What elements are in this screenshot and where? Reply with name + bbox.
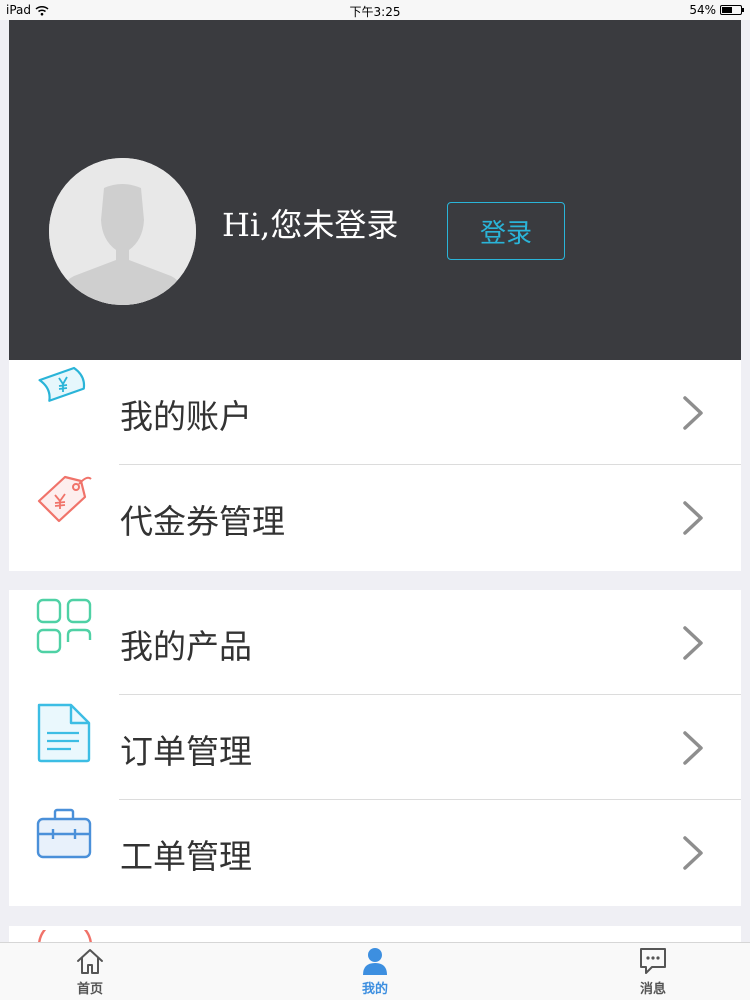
menu-item-label: 工单管理 bbox=[120, 837, 252, 876]
status-right: 54% bbox=[689, 3, 744, 17]
menu-item-label: 代金券管理 bbox=[120, 502, 285, 541]
avatar[interactable] bbox=[49, 158, 196, 305]
menu-group-products: 我的产品 订单管理 工单管理 bbox=[9, 590, 741, 906]
home-icon bbox=[77, 949, 103, 974]
menu-item-work-orders[interactable]: 工单管理 bbox=[9, 800, 741, 905]
chevron-right-icon bbox=[683, 501, 703, 535]
menu-item-voucher[interactable]: 代金券管理 bbox=[9, 465, 741, 570]
tab-label: 我的 bbox=[361, 982, 388, 997]
banknote-yen-icon bbox=[38, 366, 86, 402]
battery-fill bbox=[722, 7, 732, 13]
grid-icon bbox=[36, 598, 92, 654]
menu-group-more bbox=[9, 926, 741, 942]
person-silhouette-icon bbox=[49, 158, 196, 305]
profile-header: Hi,您未登录 登录 bbox=[9, 20, 741, 360]
message-icon bbox=[640, 948, 666, 974]
tab-label: 首页 bbox=[76, 982, 103, 997]
document-icon bbox=[37, 703, 91, 763]
menu-item-label: 我的账户 bbox=[120, 397, 252, 436]
menu-item-label: 订单管理 bbox=[120, 732, 252, 771]
login-button[interactable]: 登录 bbox=[447, 202, 565, 260]
chevron-right-icon bbox=[683, 731, 703, 765]
chevron-right-icon bbox=[683, 396, 703, 430]
battery-icon bbox=[720, 5, 744, 15]
menu-item-label: 我的产品 bbox=[120, 627, 252, 666]
status-bar: iPad 下午3:25 54% bbox=[0, 0, 750, 20]
chevron-right-icon bbox=[683, 836, 703, 870]
menu-item-my-account[interactable]: 我的账户 bbox=[9, 360, 741, 465]
menu-item-my-products[interactable]: 我的产品 bbox=[9, 590, 741, 695]
red-circle-icon bbox=[38, 930, 92, 942]
chevron-right-icon bbox=[683, 626, 703, 660]
user-icon bbox=[363, 948, 387, 975]
tab-home[interactable]: 首页 bbox=[40, 943, 140, 1000]
tab-mine[interactable]: 我的 bbox=[325, 943, 425, 1000]
tab-label: 消息 bbox=[639, 982, 666, 997]
tab-bar: 首页 我的 消息 bbox=[0, 942, 750, 1000]
menu-item-orders[interactable]: 订单管理 bbox=[9, 695, 741, 800]
menu-group-account: 我的账户 代金券管理 bbox=[9, 360, 741, 571]
briefcase-icon bbox=[36, 808, 92, 859]
battery-percent: 54% bbox=[689, 3, 716, 17]
status-time: 下午3:25 bbox=[349, 5, 401, 19]
tag-yen-icon bbox=[37, 475, 92, 523]
login-greeting: Hi,您未登录 bbox=[222, 206, 399, 244]
tab-messages[interactable]: 消息 bbox=[603, 943, 703, 1000]
